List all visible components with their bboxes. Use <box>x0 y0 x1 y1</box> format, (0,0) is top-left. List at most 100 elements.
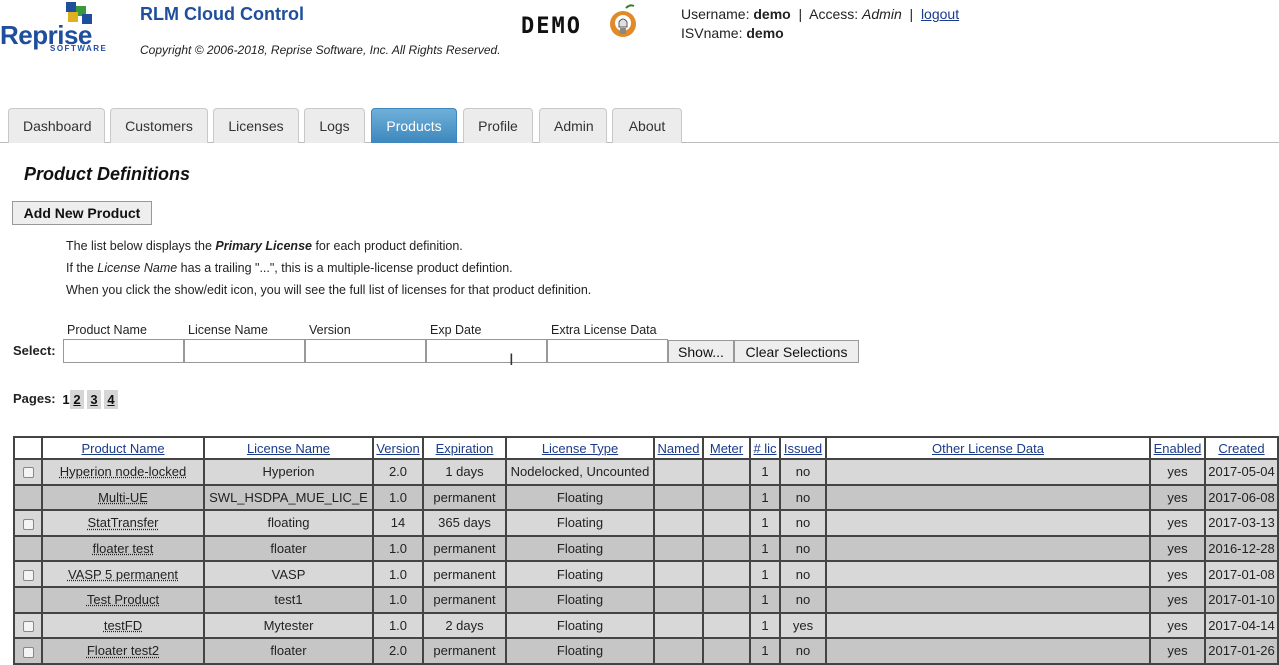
page-link[interactable]: 2 <box>70 390 84 409</box>
issued-cell: no <box>780 459 826 485</box>
issued-cell: no <box>780 561 826 587</box>
product-name-cell[interactable]: testFD <box>42 613 204 639</box>
column-header-created[interactable]: Created <box>1205 437 1278 459</box>
tab-bar: Dashboard Customers Licenses Logs Produc… <box>0 108 1279 143</box>
product-name-cell[interactable]: Hyperion node-locked <box>42 459 204 485</box>
username-label: Username: <box>681 6 749 22</box>
tab-profile[interactable]: Profile <box>463 108 533 143</box>
tab-logs[interactable]: Logs <box>304 108 365 143</box>
row-checkbox[interactable] <box>23 570 34 581</box>
add-new-product-button[interactable]: Add New Product <box>12 201 152 225</box>
exp-date-filter-input[interactable] <box>426 339 547 363</box>
column-header-named[interactable]: Named <box>654 437 703 459</box>
column-header-license-type[interactable]: License Type <box>506 437 654 459</box>
product-name-link[interactable]: floater test <box>93 541 154 556</box>
show-button[interactable]: Show... <box>668 340 734 363</box>
license-name-cell: Mytester <box>204 613 373 639</box>
expiration-cell: permanent <box>423 485 506 511</box>
sort-link[interactable]: Issued <box>784 441 822 456</box>
app-title: RLM Cloud Control <box>140 4 304 25</box>
row-checkbox[interactable] <box>23 519 34 530</box>
sort-link[interactable]: # lic <box>753 441 776 456</box>
table-row: floater testfloater1.0permanentFloating1… <box>14 536 1278 562</box>
version-cell: 1.0 <box>373 536 423 562</box>
sort-link[interactable]: Product Name <box>81 441 164 456</box>
info-line: If the License Name has a trailing "..."… <box>66 261 513 275</box>
column-header-version[interactable]: Version <box>373 437 423 459</box>
issued-cell: no <box>780 510 826 536</box>
row-checkbox[interactable] <box>23 467 34 478</box>
column-header-issued[interactable]: Issued <box>780 437 826 459</box>
tab-products[interactable]: Products <box>371 108 457 143</box>
sort-link[interactable]: License Name <box>247 441 330 456</box>
select-cell <box>14 510 42 536</box>
column-header-enabled[interactable]: Enabled <box>1150 437 1205 459</box>
other-data-cell <box>826 485 1150 511</box>
version-filter-input[interactable] <box>305 339 426 363</box>
logout-link[interactable]: logout <box>921 6 959 22</box>
license-type-cell: Floating <box>506 587 654 613</box>
product-name-cell[interactable]: VASP 5 permanent <box>42 561 204 587</box>
product-name-link[interactable]: Floater test2 <box>87 643 159 658</box>
sort-link[interactable]: Created <box>1218 441 1264 456</box>
meter-cell <box>703 510 750 536</box>
license-name-cell: floating <box>204 510 373 536</box>
product-name-link[interactable]: Hyperion node-locked <box>60 464 186 479</box>
column-header-license-name[interactable]: License Name <box>204 437 373 459</box>
tab-about[interactable]: About <box>612 108 682 143</box>
product-name-cell[interactable]: Multi-UE <box>42 485 204 511</box>
filter-label-exp-date: Exp Date <box>430 323 481 337</box>
sort-link[interactable]: Enabled <box>1154 441 1202 456</box>
sort-link[interactable]: Expiration <box>436 441 494 456</box>
column-header-product-name[interactable]: Product Name <box>42 437 204 459</box>
row-checkbox[interactable] <box>23 621 34 632</box>
sort-link[interactable]: Version <box>376 441 419 456</box>
lic-count-cell: 1 <box>750 459 780 485</box>
sort-link[interactable]: Meter <box>710 441 743 456</box>
column-header-lic-count[interactable]: # lic <box>750 437 780 459</box>
clear-selections-button[interactable]: Clear Selections <box>734 340 859 363</box>
sort-link[interactable]: Named <box>658 441 700 456</box>
created-cell: 2017-01-08 <box>1205 561 1278 587</box>
select-cell <box>14 459 42 485</box>
tab-admin[interactable]: Admin <box>539 108 607 143</box>
extra-data-filter-input[interactable] <box>547 339 668 363</box>
sort-link[interactable]: License Type <box>542 441 618 456</box>
page-link[interactable]: 4 <box>104 390 118 409</box>
expiration-cell: permanent <box>423 587 506 613</box>
named-cell <box>654 587 703 613</box>
product-name-cell[interactable]: floater test <box>42 536 204 562</box>
column-header-other-data[interactable]: Other License Data <box>826 437 1150 459</box>
meter-cell <box>703 459 750 485</box>
product-name-link[interactable]: StatTransfer <box>87 515 158 530</box>
license-name-filter-input[interactable] <box>184 339 305 363</box>
access-label: Access: <box>809 6 858 22</box>
license-name-cell: floater <box>204 536 373 562</box>
product-name-cell[interactable]: StatTransfer <box>42 510 204 536</box>
product-name-link[interactable]: Multi-UE <box>98 490 148 505</box>
tab-customers[interactable]: Customers <box>110 108 208 143</box>
product-name-link[interactable]: Test Product <box>87 592 159 607</box>
demo-word: DEMO <box>521 14 582 39</box>
tab-dashboard[interactable]: Dashboard <box>8 108 105 143</box>
enabled-cell: yes <box>1150 459 1205 485</box>
table-row: Multi-UESWL_HSDPA_MUE_LIC_E1.0permanentF… <box>14 485 1278 511</box>
product-name-link[interactable]: testFD <box>104 618 142 633</box>
product-name-cell[interactable]: Test Product <box>42 587 204 613</box>
column-header-meter[interactable]: Meter <box>703 437 750 459</box>
page-link[interactable]: 3 <box>87 390 101 409</box>
info-text: for each product definition. <box>312 239 463 253</box>
product-name-filter-input[interactable] <box>63 339 184 363</box>
license-name-cell: floater <box>204 638 373 664</box>
sort-link[interactable]: Other License Data <box>932 441 1044 456</box>
product-name-cell[interactable]: Floater test2 <box>42 638 204 664</box>
row-checkbox[interactable] <box>23 647 34 658</box>
meter-cell <box>703 638 750 664</box>
created-cell: 2017-05-04 <box>1205 459 1278 485</box>
named-cell <box>654 510 703 536</box>
expiration-cell: 2 days <box>423 613 506 639</box>
select-cell <box>14 638 42 664</box>
product-name-link[interactable]: VASP 5 permanent <box>68 567 178 582</box>
column-header-expiration[interactable]: Expiration <box>423 437 506 459</box>
tab-licenses[interactable]: Licenses <box>213 108 299 143</box>
